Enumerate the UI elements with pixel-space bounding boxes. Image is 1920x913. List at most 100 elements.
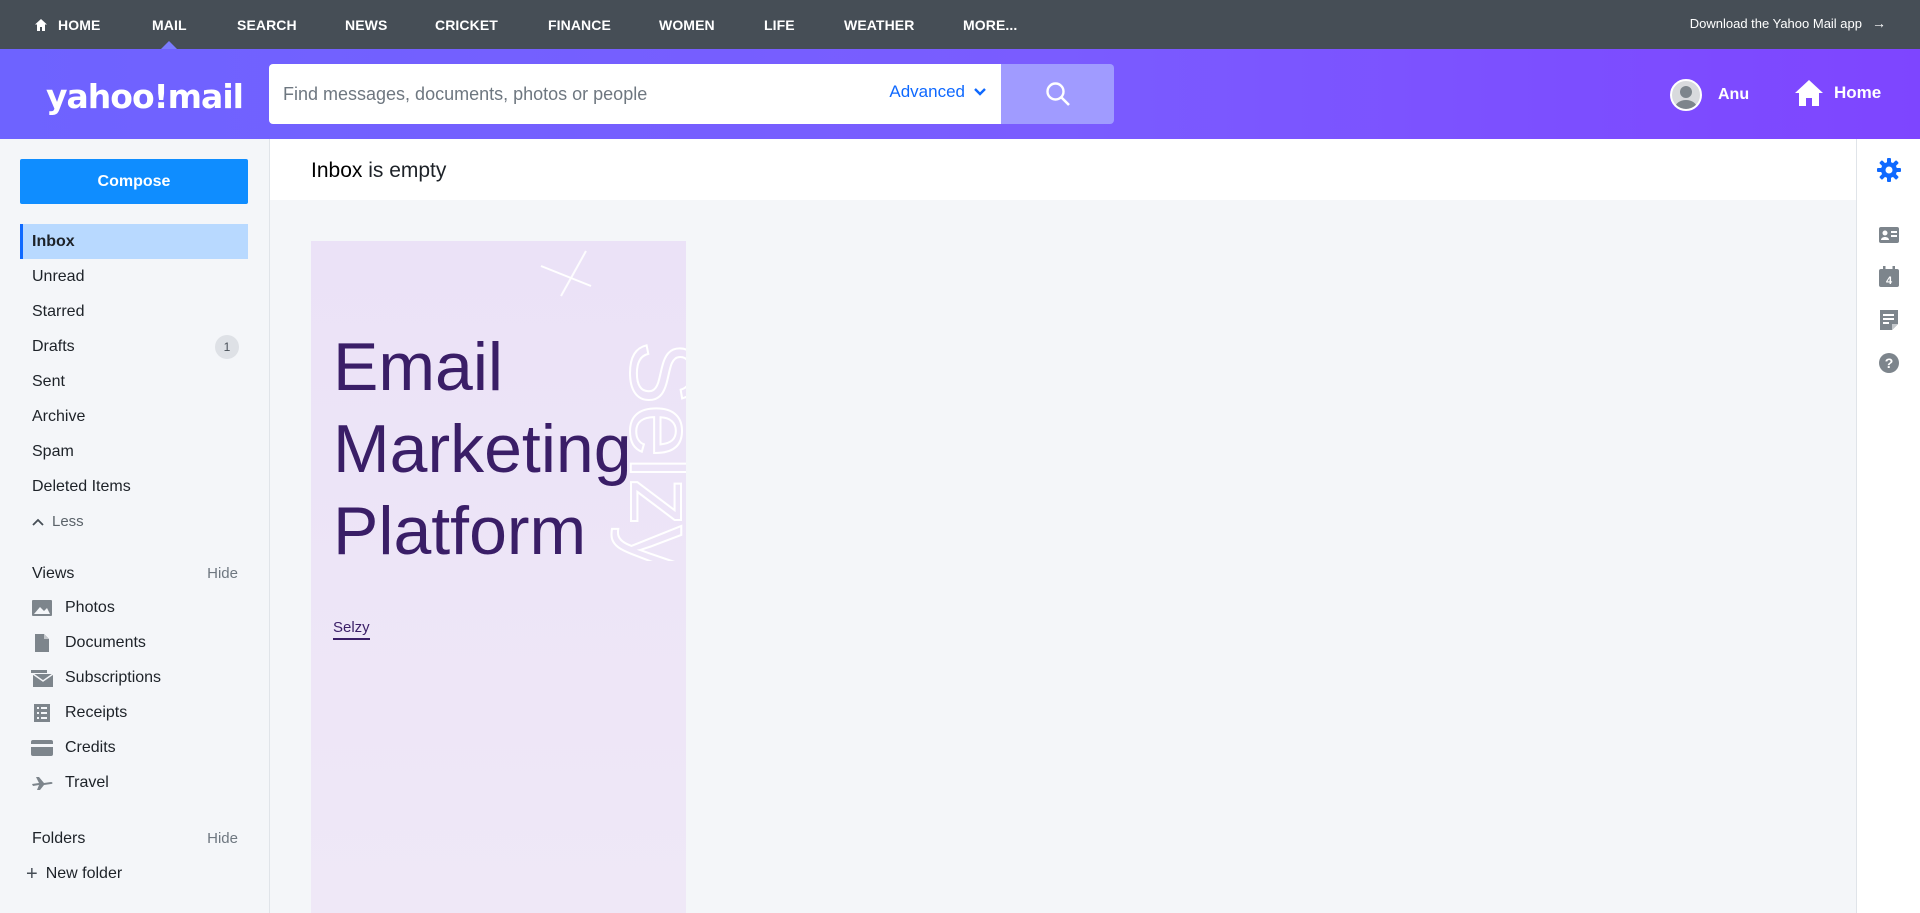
folders-heading: Folders bbox=[32, 830, 86, 847]
download-app-link[interactable]: Download the Yahoo Mail app → bbox=[1690, 0, 1886, 46]
ad-headline: Email Marketing Platform bbox=[333, 326, 632, 572]
view-credits[interactable]: Credits bbox=[30, 733, 116, 763]
advanced-search-button[interactable]: Advanced bbox=[889, 82, 987, 102]
search-input[interactable] bbox=[283, 83, 863, 105]
header: yahoo!mail Advanced Anu Home bbox=[0, 49, 1920, 139]
search-button[interactable] bbox=[1001, 64, 1114, 124]
view-label: Travel bbox=[65, 774, 109, 791]
contacts-button[interactable] bbox=[1876, 222, 1902, 248]
home-icon bbox=[35, 18, 47, 31]
folder-label: Starred bbox=[32, 302, 85, 320]
view-subscriptions[interactable]: Subscriptions bbox=[30, 663, 161, 693]
avatar-icon bbox=[1675, 86, 1697, 109]
folder-label: Spam bbox=[32, 442, 74, 460]
folder-deleted-items[interactable]: Deleted Items bbox=[20, 469, 248, 504]
home-button-label: Home bbox=[1834, 83, 1882, 102]
calendar-icon: 4 bbox=[1879, 266, 1899, 287]
home-icon bbox=[1795, 80, 1823, 106]
nav-search[interactable]: SEARCH bbox=[237, 0, 297, 49]
nav-weather[interactable]: WEATHER bbox=[844, 0, 914, 49]
calendar-button[interactable]: 4 bbox=[1876, 264, 1902, 290]
yahoo-mail-logo[interactable]: yahoo!mail bbox=[46, 77, 244, 116]
drafts-count-badge: 1 bbox=[215, 335, 239, 359]
settings-button[interactable] bbox=[1876, 157, 1902, 183]
folder-inbox[interactable]: Inbox bbox=[20, 224, 248, 259]
folder-label: Archive bbox=[32, 407, 86, 425]
nav-women[interactable]: WOMEN bbox=[659, 0, 715, 49]
nav-news-label: NEWS bbox=[345, 16, 388, 33]
chevron-down-icon bbox=[974, 88, 986, 96]
nav-finance[interactable]: FINANCE bbox=[548, 0, 611, 49]
ad-brand-link[interactable]: Selzy bbox=[333, 619, 370, 640]
advanced-search-label: Advanced bbox=[889, 82, 965, 101]
nav-mail[interactable]: MAIL bbox=[152, 0, 187, 50]
travel-icon bbox=[30, 771, 54, 795]
photos-icon bbox=[30, 596, 54, 620]
ad-headline-line: Marketing bbox=[333, 411, 632, 487]
folder-archive[interactable]: Archive bbox=[20, 399, 248, 434]
help-button[interactable]: ? bbox=[1876, 350, 1902, 376]
nav-women-label: WOMEN bbox=[659, 16, 715, 33]
folders-hide-button[interactable]: Hide bbox=[207, 830, 238, 848]
user-menu[interactable]: Anu bbox=[1670, 79, 1749, 111]
nav-weather-label: WEATHER bbox=[844, 16, 915, 33]
folder-label: Inbox bbox=[32, 232, 75, 250]
view-label: Receipts bbox=[65, 704, 128, 721]
help-icon: ? bbox=[1879, 353, 1899, 373]
documents-icon bbox=[30, 631, 54, 655]
nav-home[interactable]: HOME bbox=[34, 0, 100, 49]
home-button[interactable]: Home bbox=[1794, 79, 1881, 107]
less-label: Less bbox=[52, 513, 84, 530]
folder-label: Deleted Items bbox=[32, 477, 131, 495]
page-title-folder: Inbox bbox=[311, 159, 363, 182]
view-documents[interactable]: Documents bbox=[30, 628, 146, 658]
nav-finance-label: FINANCE bbox=[548, 16, 611, 33]
search-box: Advanced bbox=[269, 64, 1001, 124]
nav-life-label: LIFE bbox=[764, 16, 795, 33]
page-title-status: is empty bbox=[362, 159, 447, 182]
calendar-day: 4 bbox=[1886, 275, 1893, 287]
nav-more[interactable]: MORE... bbox=[963, 0, 1017, 49]
folder-spam[interactable]: Spam bbox=[20, 434, 248, 469]
folder-label: Sent bbox=[32, 372, 65, 390]
new-folder-label: New folder bbox=[45, 865, 123, 882]
folder-label: Drafts bbox=[32, 337, 75, 355]
arrow-right-icon: → bbox=[1872, 15, 1886, 31]
view-label: Credits bbox=[65, 739, 116, 756]
nav-news[interactable]: NEWS bbox=[345, 0, 387, 49]
search-icon bbox=[1045, 82, 1070, 106]
view-label: Documents bbox=[65, 634, 146, 651]
folder-sent[interactable]: Sent bbox=[20, 364, 248, 399]
plus-icon: + bbox=[26, 863, 38, 885]
folders-header: Folders Hide bbox=[32, 830, 238, 848]
contacts-icon bbox=[1879, 227, 1899, 243]
view-travel[interactable]: Travel bbox=[30, 768, 109, 798]
nav-life[interactable]: LIFE bbox=[764, 0, 795, 49]
folder-starred[interactable]: Starred bbox=[20, 294, 248, 329]
view-receipts[interactable]: Receipts bbox=[30, 698, 127, 728]
new-folder-button[interactable]: + New folder bbox=[26, 863, 123, 885]
folder-drafts[interactable]: Drafts 1 bbox=[20, 329, 248, 364]
chevron-up-icon bbox=[32, 518, 44, 526]
nav-cricket-label: CRICKET bbox=[435, 16, 498, 33]
nav-cricket[interactable]: CRICKET bbox=[435, 0, 498, 49]
folder-unread[interactable]: Unread bbox=[20, 259, 248, 294]
less-toggle[interactable]: Less bbox=[32, 513, 84, 530]
credits-icon bbox=[30, 736, 54, 760]
download-app-label: Download the Yahoo Mail app bbox=[1689, 15, 1862, 31]
gear-icon bbox=[1877, 158, 1901, 182]
views-heading: Views bbox=[32, 565, 75, 582]
notepad-icon bbox=[1880, 310, 1898, 330]
sponsored-ad[interactable]: Selzy Email Marketing Platform Selzy bbox=[311, 241, 686, 913]
nav-mail-label: MAIL bbox=[152, 16, 187, 33]
view-label: Subscriptions bbox=[65, 669, 162, 686]
avatar bbox=[1670, 79, 1702, 111]
right-rail: 4 ? bbox=[1856, 139, 1920, 913]
views-hide-button[interactable]: Hide bbox=[207, 565, 238, 583]
view-photos[interactable]: Photos bbox=[30, 593, 115, 623]
compose-button[interactable]: Compose bbox=[20, 159, 248, 204]
sidebar: Compose Inbox Unread Starred Drafts 1 Se… bbox=[0, 139, 270, 913]
message-list-header: Inbox is empty bbox=[270, 139, 1856, 200]
notepad-button[interactable] bbox=[1876, 307, 1902, 333]
folder-label: Unread bbox=[32, 267, 85, 285]
